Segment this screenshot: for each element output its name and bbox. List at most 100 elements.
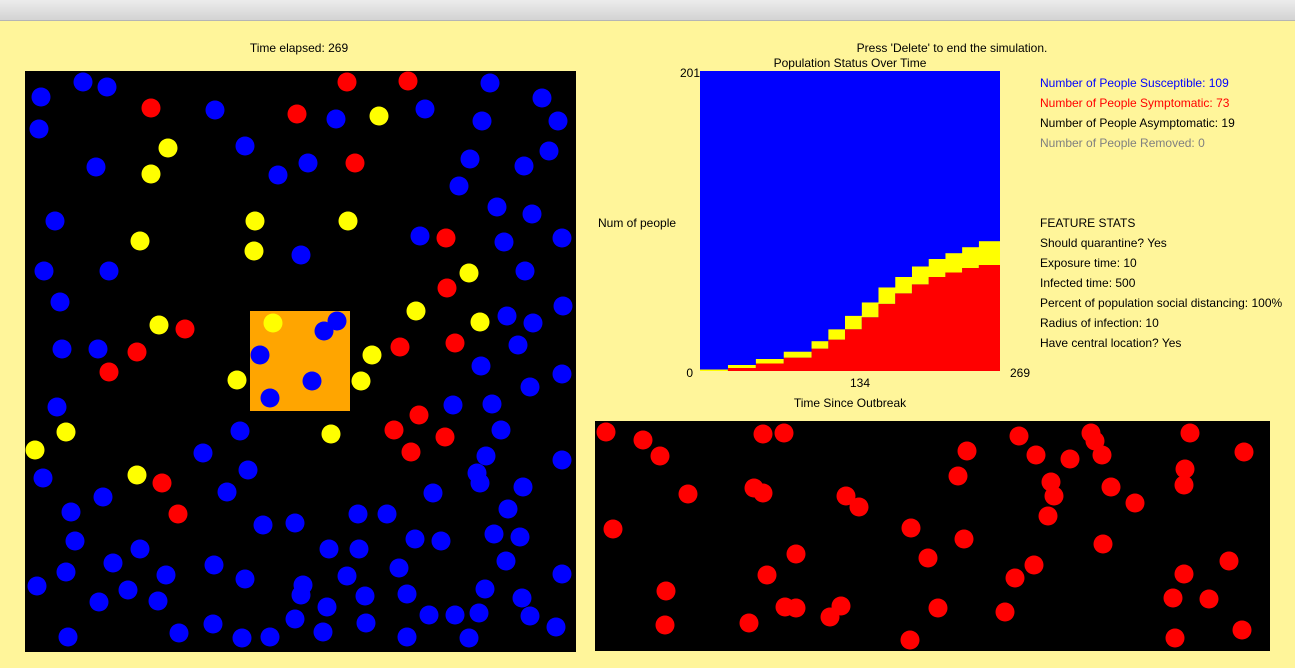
main-person-susceptible — [475, 579, 495, 599]
main-person-susceptible — [449, 176, 469, 196]
quarantine-person-symptomatic — [1092, 445, 1112, 465]
main-person-asymptomatic — [470, 312, 490, 332]
main-person-susceptible — [476, 446, 496, 466]
quarantine-person-symptomatic — [753, 483, 773, 503]
main-person-susceptible — [34, 261, 54, 281]
time-elapsed: Time elapsed: 269 — [249, 41, 349, 55]
main-person-susceptible — [498, 499, 518, 519]
main-person-susceptible — [56, 562, 76, 582]
x-tick-mid: 134 — [849, 376, 871, 390]
main-person-susceptible — [356, 613, 376, 633]
main-person-susceptible — [250, 345, 270, 365]
main-person-susceptible — [470, 473, 490, 493]
main-person-susceptible — [552, 364, 572, 384]
main-person-susceptible — [47, 397, 67, 417]
main-person-symptomatic — [345, 153, 365, 173]
main-person-susceptible — [61, 502, 81, 522]
main-person-susceptible — [27, 576, 47, 596]
main-person-susceptible — [103, 553, 123, 573]
quarantine-person-symptomatic — [757, 565, 777, 585]
quarantine-person-symptomatic — [995, 602, 1015, 622]
main-person-susceptible — [326, 109, 346, 129]
main-person-asymptomatic — [244, 241, 264, 261]
main-person-susceptible — [302, 371, 322, 391]
y-axis-label: Num of people — [598, 216, 677, 230]
quarantine-person-symptomatic — [656, 581, 676, 601]
legend-symptomatic: Number of People Symptomatic: 73 — [1040, 96, 1230, 110]
main-person-susceptible — [31, 87, 51, 107]
quarantine-person-symptomatic — [1038, 506, 1058, 526]
quarantine-person-symptomatic — [948, 466, 968, 486]
main-person-symptomatic — [175, 319, 195, 339]
quarantine-person-symptomatic — [1125, 493, 1145, 513]
stat-exposure: Exposure time: 10 — [1040, 256, 1137, 270]
main-person-asymptomatic — [321, 424, 341, 444]
main-person-susceptible — [260, 388, 280, 408]
main-person-asymptomatic — [141, 164, 161, 184]
main-person-asymptomatic — [362, 345, 382, 365]
quarantine-person-symptomatic — [655, 615, 675, 635]
main-person-susceptible — [337, 566, 357, 586]
main-person-susceptible — [523, 313, 543, 333]
main-person-susceptible — [532, 88, 552, 108]
main-person-susceptible — [58, 627, 78, 647]
quarantine-person-symptomatic — [678, 484, 698, 504]
main-person-symptomatic — [401, 442, 421, 462]
quarantine-panel — [595, 421, 1270, 651]
main-person-susceptible — [552, 228, 572, 248]
quarantine-person-symptomatic — [1026, 445, 1046, 465]
main-person-susceptible — [389, 558, 409, 578]
x-tick-max: 269 — [1010, 366, 1031, 380]
main-person-susceptible — [539, 141, 559, 161]
main-person-susceptible — [419, 605, 439, 625]
main-person-susceptible — [52, 339, 72, 359]
main-person-susceptible — [491, 420, 511, 440]
feature-stats-heading: FEATURE STATS — [1040, 216, 1136, 230]
main-person-susceptible — [496, 551, 516, 571]
quarantine-person-symptomatic — [901, 518, 921, 538]
main-person-symptomatic — [409, 405, 429, 425]
main-person-susceptible — [445, 605, 465, 625]
main-person-susceptible — [268, 165, 288, 185]
main-person-susceptible — [33, 468, 53, 488]
main-person-susceptible — [471, 356, 491, 376]
population-chart — [700, 71, 1000, 371]
quarantine-person-symptomatic — [1234, 442, 1254, 462]
main-person-susceptible — [552, 450, 572, 470]
main-person-susceptible — [99, 261, 119, 281]
main-person-susceptible — [397, 584, 417, 604]
main-person-symptomatic — [168, 504, 188, 524]
quarantine-person-symptomatic — [849, 497, 869, 517]
main-person-symptomatic — [445, 333, 465, 353]
stat-central: Have central location? Yes — [1040, 336, 1182, 350]
quarantine-person-symptomatic — [596, 422, 616, 442]
quarantine-person-symptomatic — [739, 613, 759, 633]
quarantine-person-symptomatic — [1163, 588, 1183, 608]
main-person-symptomatic — [99, 362, 119, 382]
main-person-susceptible — [45, 211, 65, 231]
quarantine-person-symptomatic — [603, 519, 623, 539]
main-person-symptomatic — [384, 420, 404, 440]
main-person-susceptible — [285, 513, 305, 533]
quarantine-person-symptomatic — [1044, 486, 1064, 506]
main-person-symptomatic — [435, 427, 455, 447]
main-person-asymptomatic — [56, 422, 76, 442]
main-person-susceptible — [377, 504, 397, 524]
quarantine-person-symptomatic — [786, 544, 806, 564]
main-person-symptomatic — [287, 104, 307, 124]
main-person-susceptible — [520, 606, 540, 626]
y-tick-min: 0 — [686, 366, 693, 380]
main-person-symptomatic — [436, 228, 456, 248]
main-person-susceptible — [169, 623, 189, 643]
main-person-susceptible — [73, 72, 93, 92]
main-person-susceptible — [205, 100, 225, 120]
quarantine-person-symptomatic — [1005, 568, 1025, 588]
main-person-symptomatic — [390, 337, 410, 357]
quarantine-person-symptomatic — [1101, 477, 1121, 497]
main-person-susceptible — [291, 245, 311, 265]
main-person-susceptible — [513, 477, 533, 497]
main-person-asymptomatic — [459, 263, 479, 283]
main-person-symptomatic — [337, 72, 357, 92]
main-person-susceptible — [472, 111, 492, 131]
main-person-susceptible — [148, 591, 168, 611]
